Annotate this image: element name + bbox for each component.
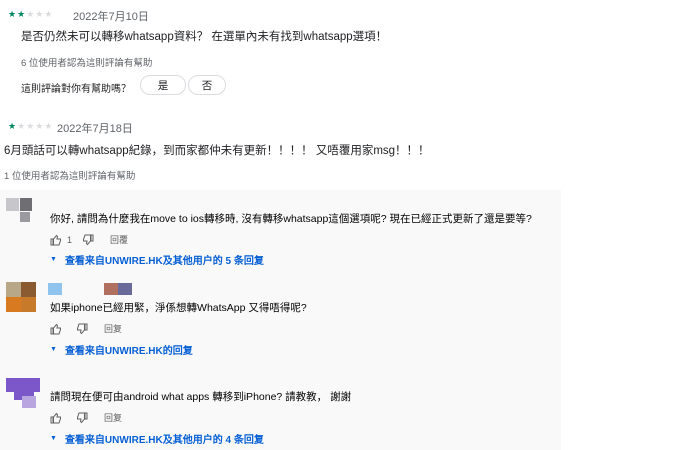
star-icon: ★ xyxy=(35,121,44,131)
comment-2-view-replies[interactable]: ▼ 查看来自UNWIRE.HK的回复 xyxy=(50,342,193,357)
comment-1-view-replies[interactable]: ▼ 查看来自UNWIRE.HK及其他用户的 5 条回复 xyxy=(50,252,264,267)
comment-2-text: 如果iphone已經用緊，淨係想轉WhatsApp 又得唔得呢? xyxy=(50,302,307,314)
comment-3-actions: 回复 xyxy=(50,411,122,424)
caret-down-icon: ▼ xyxy=(50,256,57,263)
comment-3-text: 請問現在便可由android what apps 轉移到iPhone? 請教教，… xyxy=(50,391,352,403)
star-icon: ★ xyxy=(35,9,44,19)
thumb-down-icon[interactable] xyxy=(82,234,94,246)
comment-1-text: 你好, 請問為什麼我在move to ios轉移時, 沒有轉移whatsapp這… xyxy=(50,213,532,225)
comment-1-like-count: 1 xyxy=(67,234,73,245)
caret-down-icon: ▼ xyxy=(50,435,57,442)
comment-3-reply-button[interactable]: 回复 xyxy=(104,411,122,424)
thumb-up-icon[interactable] xyxy=(50,234,62,246)
comments-panel: 你好, 請問為什麼我在move to ios轉移時, 沒有轉移whatsapp這… xyxy=(0,190,561,450)
star-icon: ★ xyxy=(44,121,53,131)
avatar xyxy=(6,378,40,408)
star-icon: ★ xyxy=(17,121,26,131)
thumb-down-icon[interactable] xyxy=(76,412,88,424)
caret-down-icon: ▼ xyxy=(50,346,57,353)
thumb-up-icon[interactable] xyxy=(50,412,62,424)
review-2-rating: ★ ★ ★ ★ ★ xyxy=(8,122,52,131)
star-icon: ★ xyxy=(44,9,53,19)
comment-2-reply-button[interactable]: 回复 xyxy=(104,322,122,335)
star-icon: ★ xyxy=(8,9,17,19)
comment-3-replies-label: 查看来自UNWIRE.HK及其他用户的 4 条回复 xyxy=(64,435,264,446)
username-redacted xyxy=(48,283,62,295)
star-icon: ★ xyxy=(17,9,26,19)
comment-2-actions: 回复 xyxy=(50,322,122,335)
avatar xyxy=(6,198,34,226)
username-redacted xyxy=(104,283,118,295)
comment-1-reply-button[interactable]: 回覆 xyxy=(110,233,128,246)
review-1-rating: ★ ★ ★ ★ ★ xyxy=(8,10,52,19)
review-1-helpful-question: 這則評論對你有幫助嗎？ xyxy=(21,84,131,95)
comment-3-view-replies[interactable]: ▼ 查看来自UNWIRE.HK及其他用户的 4 条回复 xyxy=(50,431,264,446)
star-icon: ★ xyxy=(26,121,35,131)
star-icon: ★ xyxy=(26,9,35,19)
comment-1-actions: 1 回覆 xyxy=(50,233,128,246)
comment-2-replies-label: 查看来自UNWIRE.HK的回复 xyxy=(64,346,193,357)
avatar xyxy=(6,282,36,312)
helpful-no-button[interactable]: 否 xyxy=(188,75,226,95)
helpful-yes-button[interactable]: 是 xyxy=(140,75,186,95)
thumb-up-icon[interactable] xyxy=(50,323,62,335)
review-2-helpful-count: 1 位使用者認為這則評論有幫助 xyxy=(4,171,136,182)
review-2-text: 6月頭話可以轉whatsapp紀錄，到而家都仲未有更新！！！！ 又唔覆用家msg… xyxy=(4,145,430,157)
comment-1-replies-label: 查看来自UNWIRE.HK及其他用户的 5 条回复 xyxy=(64,256,264,267)
review-1-date: 2022年7月10日 xyxy=(73,11,149,23)
star-icon: ★ xyxy=(8,121,17,131)
thumb-down-icon[interactable] xyxy=(76,323,88,335)
review-1-text: 是否仍然未可以轉移whatsapp資料？ 在選單內未有找到whatsapp選項！ xyxy=(21,31,388,43)
username-redacted xyxy=(118,283,132,295)
review-2-date: 2022年7月18日 xyxy=(57,123,133,135)
review-1-helpful-count: 6 位使用者認為這則評論有幫助 xyxy=(21,58,153,69)
